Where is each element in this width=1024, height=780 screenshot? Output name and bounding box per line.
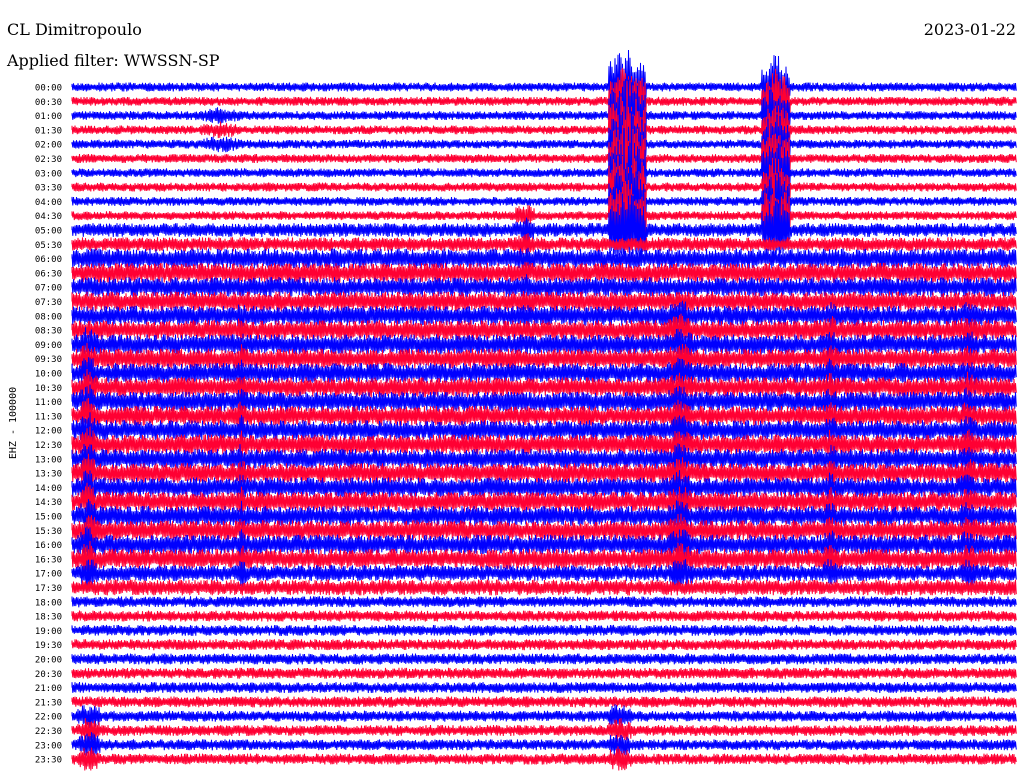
trace-2030 xyxy=(71,667,1017,679)
time-tick-label: 09:30 xyxy=(35,355,62,365)
trace-0130 xyxy=(71,95,1017,165)
time-tick-label: 11:30 xyxy=(35,412,62,422)
time-tick-label: 11:00 xyxy=(35,398,62,408)
trace-0030 xyxy=(71,67,1017,136)
time-tick-label: 22:00 xyxy=(35,713,62,723)
time-tick-label: 05:00 xyxy=(35,227,62,237)
time-tick-label: 12:30 xyxy=(35,441,62,451)
trace-2230 xyxy=(71,718,1017,744)
time-tick-label: 01:00 xyxy=(35,112,62,122)
time-tick-label: 02:00 xyxy=(35,141,62,151)
time-tick-label: 01:30 xyxy=(35,126,62,136)
trace-2000 xyxy=(71,653,1017,665)
time-tick-label: 04:00 xyxy=(35,198,62,208)
trace-2300 xyxy=(71,732,1017,758)
filter-line: Applied filter: WWSSN-SP xyxy=(7,52,220,70)
time-tick-label: 19:30 xyxy=(35,641,62,651)
time-tick-label: 07:30 xyxy=(35,298,62,308)
time-tick-label: 16:00 xyxy=(35,541,62,551)
time-tick-label: 15:00 xyxy=(35,513,62,523)
time-tick-label: 00:00 xyxy=(35,84,62,94)
time-tick-label: 13:00 xyxy=(35,455,62,465)
time-tick-label: 17:00 xyxy=(35,570,62,580)
time-tick-label: 12:00 xyxy=(35,427,62,437)
trace-2100 xyxy=(71,682,1017,694)
filter-label: Applied filter: xyxy=(7,51,119,70)
time-tick-label: 22:30 xyxy=(35,727,62,737)
time-tick-label: 23:00 xyxy=(35,741,62,751)
time-tick-label: 09:00 xyxy=(35,341,62,351)
time-tick-label: 06:00 xyxy=(35,255,62,265)
time-tick-label: 21:00 xyxy=(35,684,62,694)
time-tick-label: 16:30 xyxy=(35,555,62,565)
trace-1730 xyxy=(71,579,1017,596)
time-tick-label: 10:00 xyxy=(35,370,62,380)
time-tick-labels: 00:00 00:30 01:00 01:30 02:00 02:30 03:00 03:30… xyxy=(35,84,62,766)
trace-1800 xyxy=(71,596,1017,608)
time-tick-label: 17:30 xyxy=(35,584,62,594)
time-tick-label: 18:00 xyxy=(35,598,62,608)
trace-2200 xyxy=(71,704,1017,730)
seismic-traces xyxy=(71,49,1017,771)
time-tick-label: 00:30 xyxy=(35,98,62,108)
time-tick-label: 15:30 xyxy=(35,527,62,537)
time-tick-label: 07:00 xyxy=(35,284,62,294)
time-tick-label: 05:30 xyxy=(35,241,62,251)
helicorder-plot: 00:00 00:30 01:00 01:30 02:00 02:30 03:00 03:30… xyxy=(8,49,1017,771)
time-tick-label: 19:00 xyxy=(35,627,62,637)
channel-label: EHZ - 100000 xyxy=(8,387,19,459)
station-name: CL Dimitropoulo xyxy=(7,20,142,39)
time-tick-label: 03:30 xyxy=(35,184,62,194)
time-tick-label: 10:30 xyxy=(35,384,62,394)
time-tick-label: 13:30 xyxy=(35,470,62,480)
trace-1830 xyxy=(71,610,1017,622)
filter-name: WWSSN-SP xyxy=(123,51,220,70)
trace-2130 xyxy=(71,696,1017,708)
time-tick-label: 14:30 xyxy=(35,498,62,508)
trace-1900 xyxy=(71,624,1017,636)
time-tick-label: 21:30 xyxy=(35,698,62,708)
time-tick-label: 23:30 xyxy=(35,756,62,766)
time-tick-label: 20:30 xyxy=(35,670,62,680)
plot-date: 2023-01-22 xyxy=(923,20,1016,39)
time-tick-label: 03:00 xyxy=(35,169,62,179)
trace-1930 xyxy=(71,639,1017,651)
time-tick-label: 08:30 xyxy=(35,327,62,337)
time-tick-label: 02:30 xyxy=(35,155,62,165)
time-tick-label: 08:00 xyxy=(35,312,62,322)
time-tick-label: 06:30 xyxy=(35,269,62,279)
time-tick-label: 20:00 xyxy=(35,656,62,666)
time-tick-label: 14:00 xyxy=(35,484,62,494)
trace-2330 xyxy=(71,746,1017,771)
time-tick-label: 18:30 xyxy=(35,613,62,623)
time-tick-label: 04:30 xyxy=(35,212,62,222)
